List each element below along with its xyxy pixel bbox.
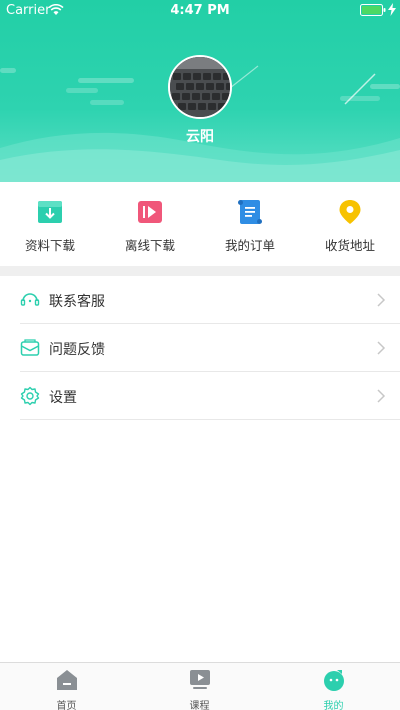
section-divider	[0, 266, 400, 276]
menu-item-feedback[interactable]: 问题反馈	[0, 324, 400, 372]
chevron-right-icon	[377, 293, 386, 307]
shortcut-label: 资料下载	[24, 238, 75, 253]
location-pin-icon	[339, 200, 361, 224]
menu-item-settings[interactable]: 设置	[0, 372, 400, 420]
tab-label: 首页	[56, 701, 77, 710]
battery-icon	[360, 4, 386, 16]
profile-screen: Carrier 4:47 PM 云阳 资料下载 离线下载 我的订单 收货地址 联…	[0, 0, 400, 710]
tab-course[interactable]: 课程	[133, 663, 266, 710]
menu-list: 联系客服 问题反馈 设置	[0, 276, 400, 420]
menu-item-label: 设置	[49, 390, 77, 406]
feedback-mail-icon	[20, 339, 40, 356]
charging-bolt-icon	[388, 3, 396, 16]
avatar[interactable]	[168, 55, 232, 119]
course-play-icon	[190, 670, 210, 689]
menu-item-contact-service[interactable]: 联系客服	[0, 276, 400, 324]
order-scroll-icon	[238, 200, 262, 224]
tab-home[interactable]: 首页	[0, 663, 133, 710]
chevron-right-icon	[377, 341, 386, 355]
menu-item-label: 联系客服	[49, 294, 105, 310]
shortcut-shipping-address[interactable]: 收货地址	[300, 182, 400, 266]
shortcut-my-orders[interactable]: 我的订单	[200, 182, 300, 266]
chevron-right-icon	[377, 389, 386, 403]
menu-item-label: 问题反馈	[49, 342, 105, 358]
video-play-icon	[138, 201, 162, 223]
shortcut-grid: 资料下载 离线下载 我的订单 收货地址	[0, 182, 400, 266]
tab-label: 我的	[323, 701, 344, 710]
tab-label: 课程	[189, 701, 210, 710]
row-separator	[20, 419, 400, 420]
status-bar: Carrier 4:47 PM	[0, 0, 400, 22]
tab-mine[interactable]: 我的	[267, 663, 400, 710]
shortcut-label: 离线下载	[124, 238, 175, 253]
profile-face-icon	[324, 670, 344, 691]
download-box-icon	[38, 201, 62, 223]
home-icon	[57, 670, 77, 690]
shortcut-offline-download[interactable]: 离线下载	[100, 182, 200, 266]
username: 云阳	[186, 129, 214, 145]
profile-header: Carrier 4:47 PM 云阳	[0, 0, 400, 182]
tab-bar: 首页 课程 我的	[0, 662, 400, 710]
shortcut-label: 我的订单	[224, 238, 275, 253]
shortcut-label: 收货地址	[324, 238, 375, 253]
headset-icon	[20, 293, 40, 306]
shortcut-material-download[interactable]: 资料下载	[0, 182, 100, 266]
settings-gear-icon	[20, 386, 40, 406]
clock: 4:47 PM	[170, 3, 230, 18]
